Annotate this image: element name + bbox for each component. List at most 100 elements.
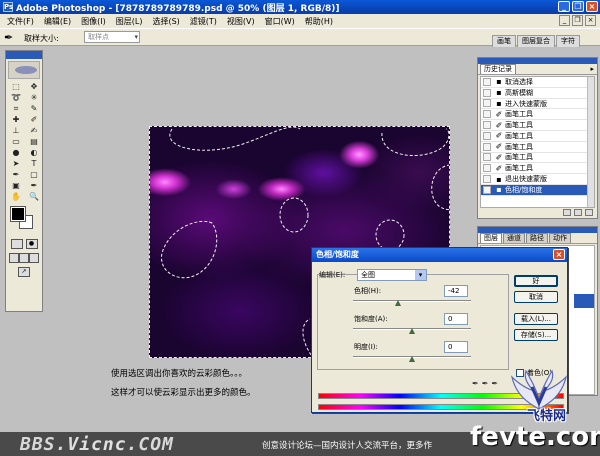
blur-icon[interactable]: ● — [8, 148, 24, 158]
snapshot-source-checkbox[interactable] — [483, 175, 491, 184]
toolbox-titlebar[interactable] — [6, 51, 42, 59]
eyedropper-icon[interactable]: ✒ — [472, 379, 479, 388]
menu-help[interactable]: 帮助(H) — [300, 16, 338, 27]
new-document-from-state-icon[interactable] — [563, 209, 571, 216]
marquee-icon[interactable]: ⬚ — [8, 82, 24, 92]
crop-icon[interactable]: ⌗ — [8, 104, 24, 114]
saturation-input[interactable]: 0 — [444, 313, 468, 325]
history-brush-icon[interactable]: ✍ — [26, 126, 42, 136]
history-item[interactable]: ▪ 退出快速蒙版 — [481, 174, 594, 185]
panel-menu-icon[interactable]: ▸ — [590, 65, 594, 73]
path-select-icon[interactable]: ➤ — [8, 159, 24, 169]
doc-close-button[interactable]: × — [585, 15, 596, 26]
layer-row-selected[interactable] — [574, 294, 594, 308]
hand-icon[interactable]: ✋ — [8, 192, 24, 202]
screen-mode-full-icon[interactable] — [29, 253, 39, 263]
tab-brushes[interactable]: 画笔 — [492, 35, 516, 47]
restore-button[interactable]: ❐ — [572, 1, 584, 12]
history-item-active[interactable]: ▪ 色相/饱和度 — [481, 184, 594, 196]
trash-icon[interactable] — [585, 209, 593, 216]
cancel-button[interactable]: 取消 — [514, 291, 558, 303]
screen-mode-menu-icon[interactable] — [19, 253, 29, 263]
hue-slider-thumb[interactable] — [394, 300, 402, 306]
menu-image[interactable]: 图像(I) — [76, 16, 111, 27]
new-snapshot-icon[interactable] — [574, 209, 582, 216]
stamp-icon[interactable]: ⊥ — [8, 126, 24, 136]
lightness-slider-thumb[interactable] — [408, 356, 416, 362]
foreground-color[interactable] — [10, 206, 26, 222]
brush-icon[interactable]: ✐ — [26, 115, 42, 125]
tab-character[interactable]: 字符 — [556, 35, 580, 47]
tab-layer-comps[interactable]: 图层复合 — [517, 35, 555, 47]
lasso-icon[interactable]: ➰ — [8, 93, 24, 103]
close-button[interactable]: × — [586, 1, 598, 12]
screen-mode-standard-icon[interactable] — [9, 253, 19, 263]
tab-layers[interactable]: 图层 — [480, 233, 502, 243]
menu-layer[interactable]: 图层(L) — [111, 16, 148, 27]
edit-range-select[interactable]: 全图 ▾ — [357, 269, 427, 281]
tab-paths[interactable]: 路径 — [526, 233, 548, 243]
snapshot-source-checkbox[interactable] — [483, 88, 491, 97]
history-item[interactable]: ✐ 画笔工具 — [481, 163, 594, 175]
doc-minimize-button[interactable]: _ — [559, 15, 570, 26]
doc-restore-button[interactable]: ❐ — [572, 15, 583, 26]
standard-mode-icon[interactable] — [10, 239, 23, 249]
history-item[interactable]: ✐ 画笔工具 — [481, 142, 594, 153]
snapshot-source-checkbox[interactable] — [483, 77, 491, 86]
shape-icon[interactable]: ▢ — [26, 170, 42, 180]
lightness-input[interactable]: 0 — [444, 341, 468, 353]
history-item[interactable]: ▪ 高斯模糊 — [481, 88, 594, 99]
ok-button[interactable]: 好 — [514, 275, 558, 287]
history-item[interactable]: ✐ 画笔工具 — [481, 153, 594, 164]
site-logo[interactable]: BBS.Vicnc.COM — [20, 434, 174, 455]
history-item[interactable]: ▪ 取消选择 — [481, 77, 594, 88]
history-scrollbar[interactable] — [587, 77, 594, 207]
pen-icon[interactable]: ✒ — [8, 170, 24, 180]
snapshot-source-checkbox[interactable] — [483, 142, 491, 151]
photoshop-icon[interactable]: Ps — [3, 2, 13, 12]
menu-window[interactable]: 窗口(W) — [260, 16, 300, 27]
photoshop-feather-logo[interactable] — [8, 61, 40, 79]
eyedropper-minus-icon[interactable]: ✒ — [491, 379, 498, 388]
history-item[interactable]: ✐ 画笔工具 — [481, 120, 594, 131]
snapshot-source-checkbox[interactable] — [483, 99, 491, 108]
eraser-icon[interactable]: ▭ — [8, 137, 24, 147]
eyedropper-plus-icon[interactable]: ✒ — [482, 379, 489, 388]
eyedropper-icon[interactable]: ✒ — [4, 31, 13, 44]
slice-icon[interactable]: ✎ — [26, 104, 42, 114]
jump-to-imageready-icon[interactable]: ↗ — [18, 267, 30, 277]
eyedropper-tool-icon[interactable]: ✒ — [26, 181, 42, 191]
history-item[interactable]: ✐ 画笔工具 — [481, 131, 594, 142]
tab-channels[interactable]: 通道 — [503, 233, 525, 243]
magic-wand-icon[interactable]: ✳ — [26, 93, 42, 103]
snapshot-source-checkbox[interactable] — [483, 164, 491, 173]
history-item[interactable]: ▪ 进入快速蒙版 — [481, 99, 594, 110]
gradient-icon[interactable]: ▤ — [26, 137, 42, 147]
saturation-slider-thumb[interactable] — [408, 328, 416, 334]
snapshot-source-checkbox[interactable] — [483, 110, 491, 119]
minimize-button[interactable]: _ — [558, 1, 570, 12]
history-item[interactable]: ✐ 画笔工具 — [481, 109, 594, 121]
save-button[interactable]: 存储(S)... — [514, 329, 558, 341]
dialog-titlebar[interactable]: 色相/饱和度 × — [312, 248, 567, 262]
load-button[interactable]: 载入(L)... — [514, 313, 558, 325]
dodge-icon[interactable]: ◐ — [26, 148, 42, 158]
quick-mask-icon[interactable]: ● — [25, 239, 38, 249]
hue-input[interactable]: -42 — [444, 285, 468, 297]
menu-view[interactable]: 视图(V) — [222, 16, 260, 27]
healing-brush-icon[interactable]: ✚ — [8, 115, 24, 125]
snapshot-source-checkbox[interactable] — [483, 185, 491, 194]
snapshot-source-checkbox[interactable] — [483, 121, 491, 130]
tab-actions[interactable]: 动作 — [549, 233, 571, 243]
menu-filter[interactable]: 滤镜(T) — [185, 16, 222, 27]
tab-history[interactable]: 历史记录 — [480, 64, 516, 74]
menu-edit[interactable]: 编辑(E) — [39, 16, 76, 27]
notes-icon[interactable]: ▣ — [8, 181, 24, 191]
snapshot-source-checkbox[interactable] — [483, 153, 491, 162]
zoom-icon[interactable]: 🔍 — [26, 192, 42, 202]
snapshot-source-checkbox[interactable] — [483, 131, 491, 140]
dialog-close-button[interactable]: × — [553, 249, 565, 260]
sample-size-select[interactable]: 取样点 ▾ — [84, 31, 140, 43]
hue-slider-track[interactable] — [353, 300, 471, 302]
menu-select[interactable]: 选择(S) — [147, 16, 184, 27]
